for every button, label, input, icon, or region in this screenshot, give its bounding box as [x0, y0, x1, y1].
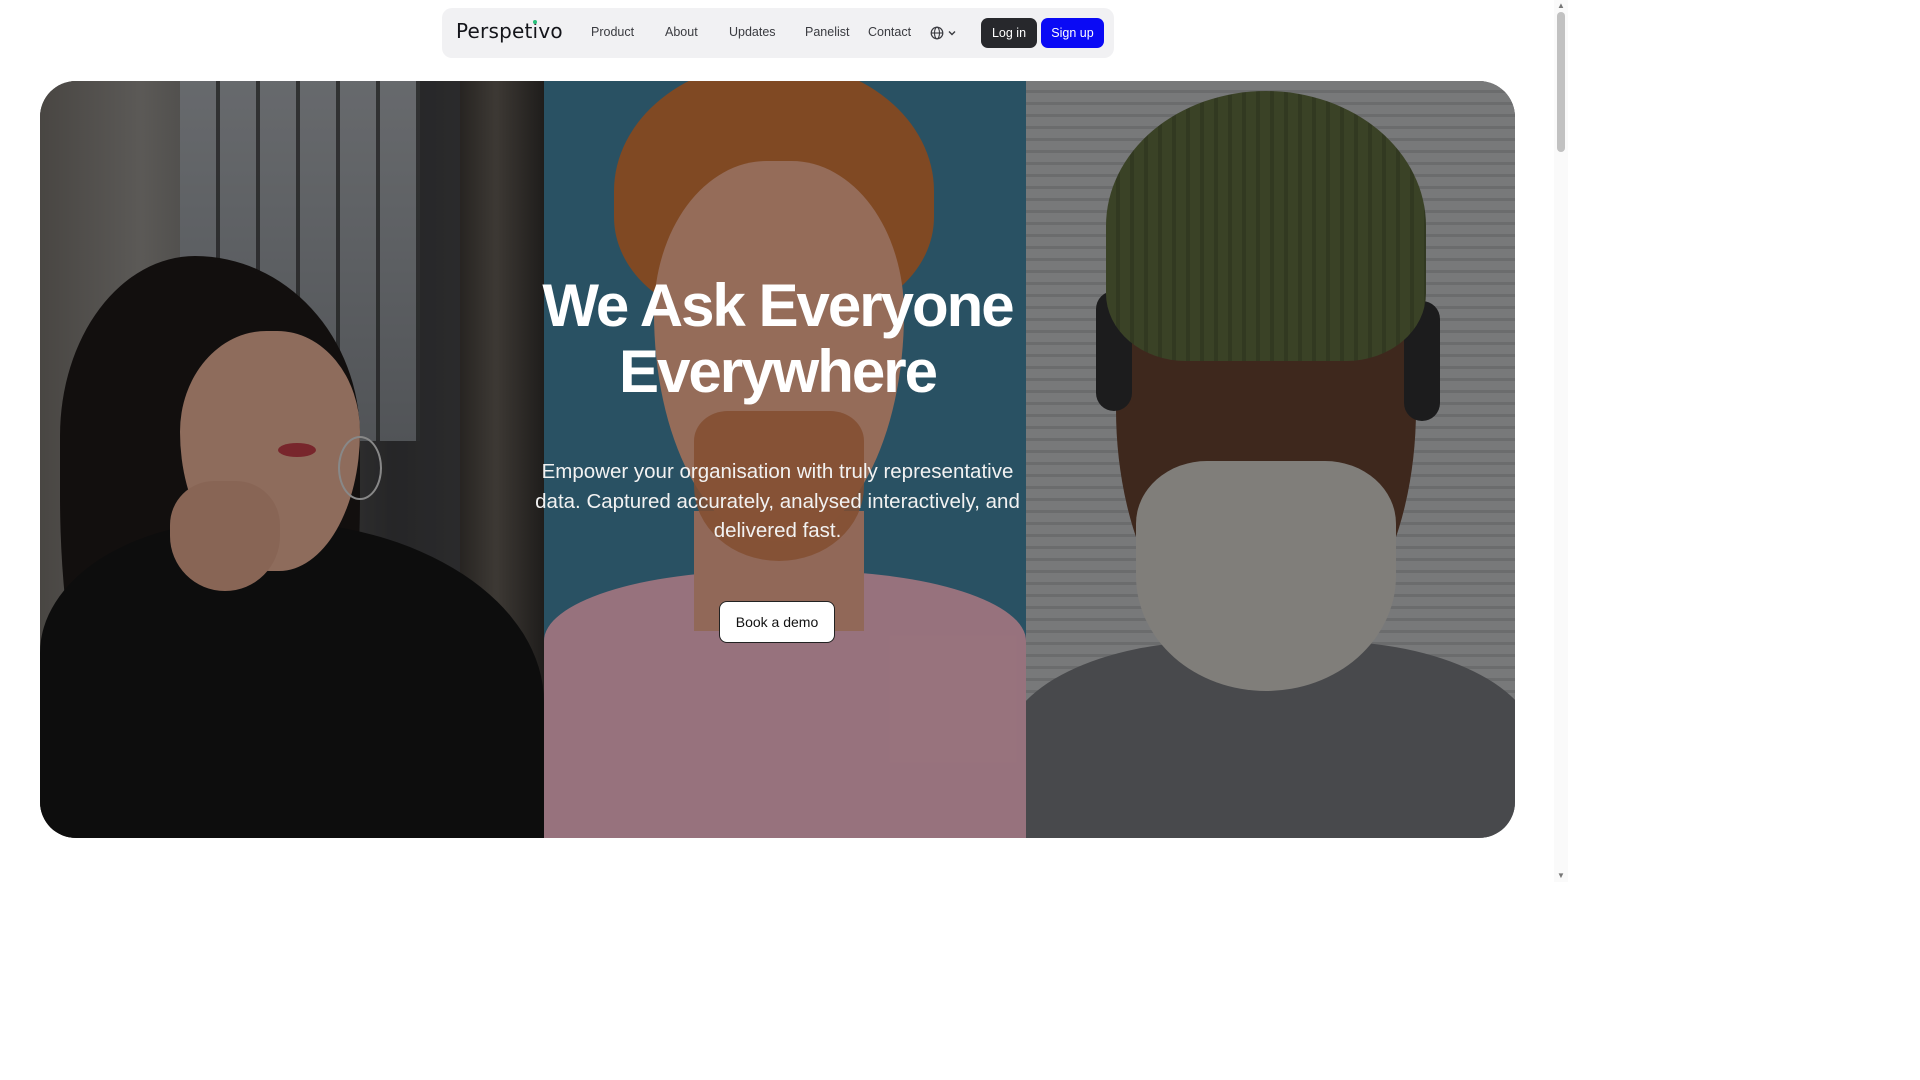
chevron-down-icon [948, 31, 956, 36]
scroll-down-icon[interactable]: ▼ [1557, 872, 1565, 880]
scrollbar-thumb[interactable] [1557, 12, 1565, 152]
globe-icon [930, 26, 944, 40]
logo-text-prefix: Perspet [456, 19, 533, 43]
hero-title-line-1: We Ask Everyone [542, 272, 1014, 339]
logo-text-suffix: vo [538, 19, 563, 43]
brand-logo[interactable]: Perspeti vo [456, 19, 563, 43]
nav-link-updates[interactable]: Updates [729, 25, 776, 39]
language-selector[interactable] [930, 25, 960, 41]
logo-text-accent: i [532, 19, 539, 43]
nav-link-product[interactable]: Product [591, 25, 634, 39]
top-navigation-bar: Perspeti vo Product About Updates Panelis… [442, 8, 1114, 58]
nav-link-panelist[interactable]: Panelist [805, 25, 849, 39]
book-demo-button[interactable]: Book a demo [719, 601, 835, 643]
scroll-up-icon[interactable]: ▲ [1557, 2, 1565, 10]
hero-section: We Ask Everyone Everywhere Empower your … [40, 81, 1515, 838]
hero-title-line-2: Everywhere [619, 338, 938, 405]
hero-title: We Ask Everyone Everywhere [40, 273, 1515, 405]
signup-button[interactable]: Sign up [1041, 18, 1104, 48]
nav-link-contact[interactable]: Contact [868, 25, 911, 39]
nav-link-about[interactable]: About [665, 25, 698, 39]
page-scrollbar[interactable]: ▲ ▼ [1554, 0, 1568, 882]
login-button[interactable]: Log in [981, 18, 1037, 48]
hero-subtitle: Empower your organisation with truly rep… [535, 460, 1020, 542]
